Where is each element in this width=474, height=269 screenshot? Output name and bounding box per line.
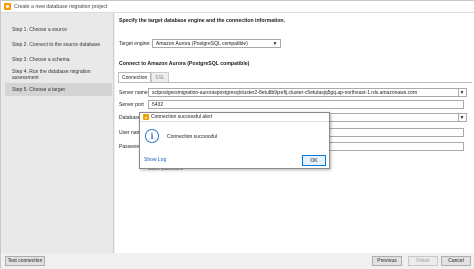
previous-button[interactable]: Previous: [372, 256, 402, 266]
connection-alert-dialog: ● Connection successful alert i Connecti…: [139, 112, 330, 169]
chevron-down-icon: ▼: [459, 90, 465, 96]
server-port-label: Server port: [119, 102, 144, 108]
step-label: Step 3. Choose a schema: [12, 56, 70, 63]
database-label: Database: [119, 115, 141, 121]
window-title: Create a new database migration project: [14, 3, 108, 10]
step-5[interactable]: Step 5. Choose a target: [5, 83, 112, 96]
cancel-button[interactable]: Cancel: [441, 256, 471, 266]
migration-project-window: Create a new database migration project …: [0, 0, 474, 269]
steps-sidebar: Step 1. Choose a source Step 2. Connect …: [1, 13, 114, 253]
tab-ssl[interactable]: SSL: [151, 72, 169, 82]
chevron-down-icon: ▼: [459, 115, 465, 121]
page-heading: Specify the target database engine and t…: [119, 18, 286, 24]
footer-bar: Test connection Previous Finish Cancel: [1, 253, 474, 269]
server-name-field[interactable]: sctpostgresmigration-auroraspostgresqlcl…: [148, 88, 464, 97]
target-engine-label: Target engine:: [119, 41, 151, 47]
finish-button[interactable]: Finish: [408, 256, 438, 266]
title-bar: Create a new database migration project: [1, 1, 474, 13]
test-connection-button[interactable]: Test connection: [5, 256, 45, 266]
server-name-value: sctpostgresmigration-auroraspostgresqlcl…: [152, 89, 418, 96]
app-icon: [4, 3, 11, 10]
dialog-title: Connection successful alert: [151, 114, 213, 120]
ok-button[interactable]: OK: [302, 155, 326, 166]
target-engine-select[interactable]: Amazon Aurora (PostgreSQL compatible) ▼: [152, 39, 281, 48]
step-label: Step 2. Connect to the source database: [12, 41, 101, 48]
step-2[interactable]: Step 2. Connect to the source database: [5, 38, 112, 51]
database-dropdown[interactable]: ▼: [458, 113, 467, 122]
show-log-link[interactable]: Show Log: [144, 157, 166, 163]
server-name-dropdown[interactable]: ▼: [458, 88, 467, 97]
info-icon: i: [145, 129, 159, 143]
dialog-message: Connection successful: [167, 134, 218, 140]
app-icon: ●: [143, 114, 149, 120]
tab-connection[interactable]: Connection: [118, 72, 152, 82]
step-3[interactable]: Step 3. Choose a schema: [5, 53, 112, 66]
step-label: Step 5. Choose a target: [12, 86, 65, 93]
connection-tabs: Connection SSL: [118, 72, 169, 82]
step-label: Step 1. Choose a source: [12, 26, 68, 33]
server-name-label: Server name: [119, 90, 148, 96]
step-1[interactable]: Step 1. Choose a source: [5, 23, 112, 36]
password-label: Password: [119, 144, 141, 150]
connect-heading: Connect to Amazon Aurora (PostgreSQL com…: [119, 61, 250, 67]
step-4[interactable]: Step 4. Run the database migration asses…: [5, 68, 112, 81]
step-label: Step 4. Run the database migration asses…: [12, 68, 91, 81]
dialog-title-bar: ● Connection successful alert: [140, 113, 329, 122]
target-engine-value: Amazon Aurora (PostgreSQL compatible): [156, 40, 248, 47]
chevron-down-icon: ▼: [272, 41, 278, 47]
server-port-value: 5432: [152, 101, 164, 108]
server-port-field[interactable]: 5432: [148, 100, 464, 109]
